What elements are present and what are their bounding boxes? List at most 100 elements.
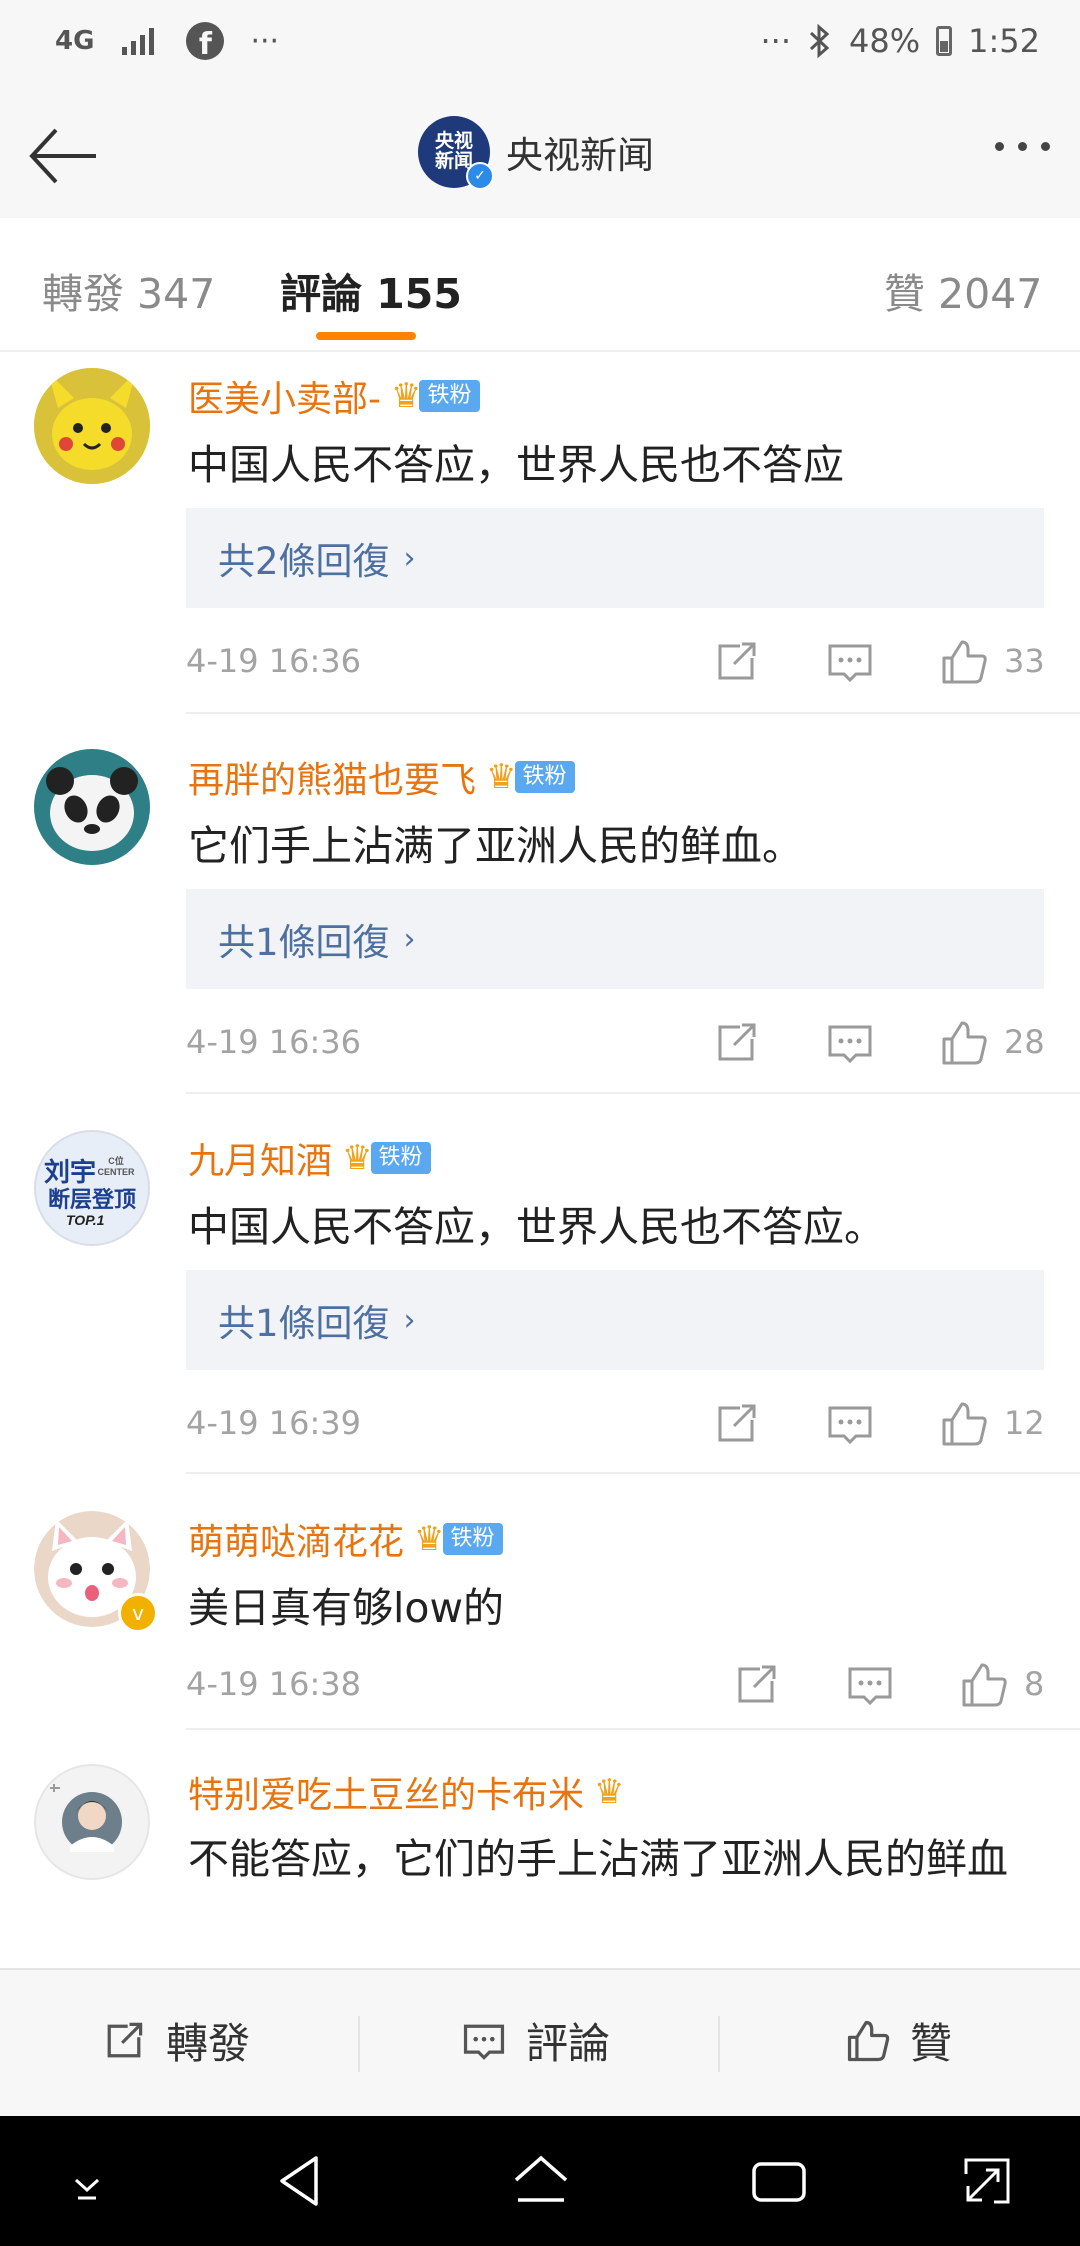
comment-author-row: 九月知酒 ♛ 铁粉	[188, 1132, 431, 1184]
reply-comment-icon[interactable]	[824, 636, 876, 688]
fan-badge: 铁粉	[370, 1141, 431, 1175]
bottom-action-bar: 轉發 評論 贊	[0, 1968, 1080, 2118]
panda-avatar-image	[34, 749, 150, 865]
chevron-right-icon: ›	[403, 1302, 416, 1338]
avatar[interactable]	[34, 368, 150, 484]
like-button[interactable]: 贊	[844, 2010, 952, 2071]
repost-button[interactable]: 轉發	[100, 2010, 250, 2071]
comment-author-row: 特别爱吃土豆丝的卡布米 ♛	[188, 1766, 625, 1818]
comment-divider	[186, 1728, 1080, 1730]
battery-icon	[936, 26, 953, 56]
comment-text: 中国人民不答应，世界人民也不答应	[188, 441, 844, 489]
crown-icon: ♛	[414, 1519, 445, 1559]
system-navigation-bar	[0, 2116, 1080, 2246]
comment-footer: 4-19 16:38 8	[186, 1655, 1046, 1715]
comment-time: 4-19 16:36	[186, 1023, 362, 1061]
separator	[358, 2016, 360, 2072]
collapse-down-icon[interactable]	[52, 2146, 122, 2216]
facebook-icon: f	[186, 22, 225, 60]
avatar[interactable]	[34, 749, 150, 865]
status-more-icon: ···	[760, 22, 792, 60]
like-icon	[847, 2020, 890, 2061]
comment-author-row: 医美小卖部- ♛ 铁粉	[188, 370, 480, 422]
reply-comment-icon[interactable]	[824, 1017, 876, 1069]
avatar[interactable]: 刘宇 C位 CENTER 断层登顶 TOP.1	[34, 1130, 150, 1246]
comment-footer: 4-19 16:36 28	[186, 1013, 1046, 1073]
comment-divider	[186, 1092, 1080, 1094]
view-replies-button[interactable]: 共1條回復 ›	[186, 1270, 1044, 1370]
comment-author-row: 再胖的熊猫也要飞 ♛ 铁粉	[188, 751, 575, 803]
tab-reposts[interactable]: 轉發 347	[42, 260, 215, 320]
avatar[interactable]: v	[34, 1511, 158, 1633]
comment-button[interactable]: 評論	[460, 2010, 610, 2071]
like-icon[interactable]	[958, 1659, 1010, 1711]
person-avatar-image	[50, 1784, 122, 1852]
crown-icon: ♛	[486, 757, 517, 797]
username[interactable]: 萌萌哒滴花花	[188, 1513, 404, 1565]
comment-footer: 4-19 16:36 33	[186, 632, 1046, 692]
pikachu-avatar-image	[34, 368, 150, 484]
like-icon[interactable]	[938, 1017, 990, 1069]
separator	[718, 2016, 720, 2072]
tab-comments[interactable]: 評論 155	[280, 260, 462, 320]
comment-author-row: 萌萌哒滴花花 ♛ 铁粉	[188, 1513, 503, 1565]
comment-time: 4-19 16:39	[186, 1404, 362, 1442]
cctv-news-logo[interactable]: 央视 新闻 ✓	[418, 116, 494, 190]
battery-percent: 48%	[849, 22, 921, 60]
expand-icon[interactable]	[952, 2146, 1022, 2216]
share-icon	[107, 2022, 143, 2057]
like-icon[interactable]	[938, 1398, 990, 1450]
bluetooth-icon	[809, 23, 830, 59]
back-nav-icon[interactable]	[266, 2146, 336, 2216]
like-count: 33	[1004, 642, 1045, 680]
fan-badge: 铁粉	[514, 760, 575, 794]
avatar[interactable]	[34, 1764, 150, 1880]
username[interactable]: 九月知酒	[188, 1132, 332, 1184]
chevron-right-icon: ›	[403, 540, 416, 576]
network-type: 4G	[55, 26, 95, 56]
comment-icon	[463, 2024, 505, 2060]
share-icon[interactable]	[710, 1017, 762, 1069]
like-icon[interactable]	[938, 636, 990, 688]
comment-divider	[186, 1472, 1080, 1474]
active-tab-indicator	[316, 332, 416, 340]
status-bar: 4G f ··· ··· 48% 1:52	[0, 0, 1080, 90]
back-arrow-icon[interactable]	[24, 116, 104, 196]
crown-icon: ♛	[391, 376, 422, 416]
comment-time: 4-19 16:36	[186, 642, 362, 680]
tab-bar: 轉發 347 評論 155 贊 2047	[0, 218, 1080, 352]
reply-comment-icon[interactable]	[844, 1659, 896, 1711]
comment-time: 4-19 16:38	[186, 1665, 362, 1703]
view-replies-button[interactable]: 共2條回復 ›	[186, 508, 1044, 608]
comment-footer: 4-19 16:39 12	[186, 1394, 1046, 1454]
username[interactable]: 特别爱吃土豆丝的卡布米	[188, 1766, 584, 1818]
tab-likes[interactable]: 贊 2047	[884, 260, 1042, 320]
view-replies-button[interactable]: 共1條回復 ›	[186, 889, 1044, 989]
page-title: 央视新闻	[506, 134, 654, 177]
comment-text: 中国人民不答应，世界人民也不答应。	[188, 1203, 885, 1251]
more-options-icon[interactable]	[995, 142, 1050, 151]
share-icon[interactable]	[710, 636, 762, 688]
account-header[interactable]: 央视 新闻 ✓ 央视新闻	[418, 116, 654, 190]
comment-text: 不能答应，它们的手上沾满了亚洲人民的鲜血	[188, 1835, 1008, 1883]
share-icon[interactable]	[710, 1398, 762, 1450]
chevron-right-icon: ›	[403, 921, 416, 957]
signal-icon	[122, 28, 155, 55]
fan-badge: 铁粉	[419, 379, 480, 413]
recents-nav-icon[interactable]	[744, 2146, 814, 2216]
crown-icon: ♛	[342, 1138, 373, 1178]
like-count: 12	[1004, 1404, 1045, 1442]
more-notifications-icon: ···	[250, 23, 280, 59]
username[interactable]: 再胖的熊猫也要飞	[188, 751, 476, 803]
app-header: 央视 新闻 ✓ 央视新闻	[0, 90, 1080, 220]
share-icon[interactable]	[730, 1659, 782, 1711]
verified-badge-icon: ✓	[466, 162, 494, 190]
avatar-text-art: 刘宇 C位 CENTER 断层登顶 TOP.1	[44, 1156, 136, 1228]
like-count: 8	[1024, 1665, 1045, 1703]
fan-badge: 铁粉	[442, 1522, 503, 1556]
username[interactable]: 医美小卖部-	[188, 370, 381, 422]
verified-badge-icon: v	[118, 1593, 158, 1633]
crown-icon: ♛	[594, 1772, 625, 1812]
home-nav-icon[interactable]	[506, 2146, 576, 2216]
reply-comment-icon[interactable]	[824, 1398, 876, 1450]
